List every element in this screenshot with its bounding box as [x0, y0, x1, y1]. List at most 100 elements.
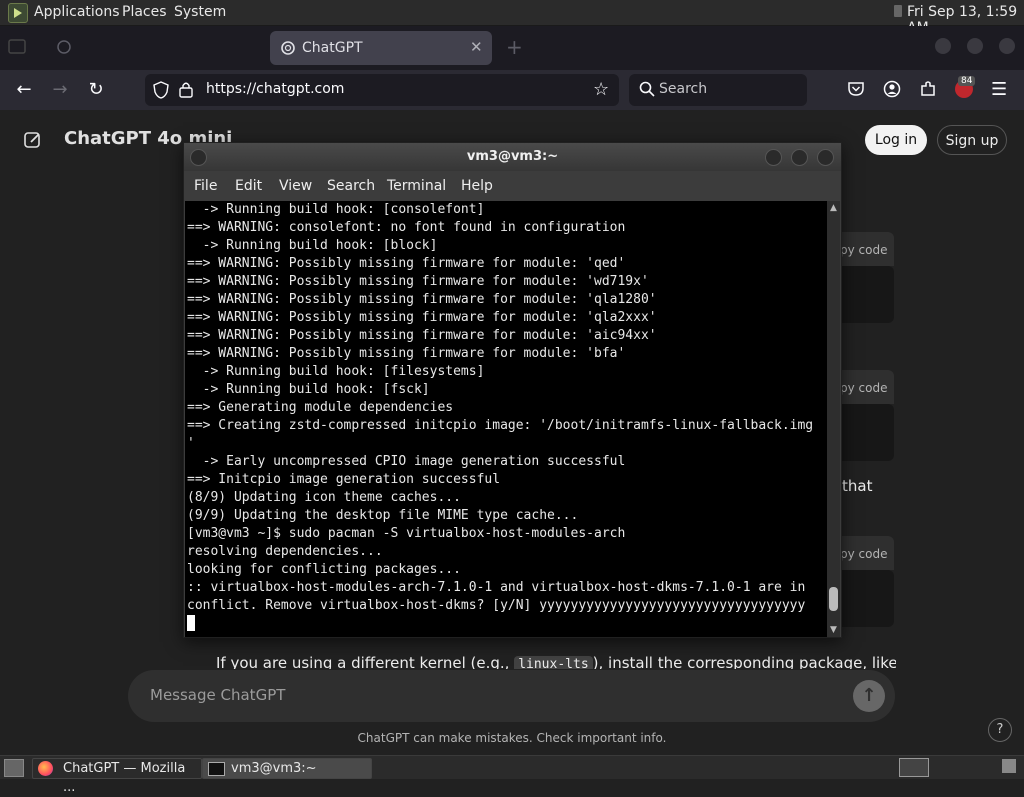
tab-favicon-icon — [56, 39, 72, 59]
terminal-menu-file[interactable]: File — [194, 178, 217, 194]
firefox-icon — [38, 761, 53, 776]
terminal-line: ==> WARNING: Possibly missing firmware f… — [187, 328, 657, 343]
terminal-line: ==> Creating zstd-compressed initcpio im… — [187, 418, 814, 433]
terminal-line: ==> WARNING: Possibly missing firmware f… — [187, 274, 649, 289]
system-menu[interactable]: System — [174, 4, 226, 20]
terminal-menu-view[interactable]: View — [279, 178, 312, 194]
taskbar-item-terminal[interactable]: vm3@vm3:~ — [202, 758, 372, 779]
search-icon — [639, 81, 655, 101]
copy-code-button[interactable]: py code — [840, 547, 887, 561]
terminal-line: [vm3@vm3 ~]$ sudo pacman -S virtualbox-h… — [187, 526, 626, 541]
terminal-scroll-thumb[interactable] — [829, 587, 838, 611]
message-text-fragment: that — [842, 477, 873, 495]
terminal-maximize-icon[interactable] — [791, 149, 808, 166]
top-panel: Applications Places System Fri Sep 13, 1… — [0, 0, 1024, 36]
terminal-line: :: virtualbox-host-modules-arch-7.1.0-1 … — [187, 580, 806, 595]
disclaimer-text: ChatGPT can make mistakes. Check importa… — [357, 731, 667, 745]
send-arrow-icon[interactable]: ↑ — [853, 680, 885, 712]
terminal-close-icon[interactable] — [817, 149, 834, 166]
terminal-line: resolving dependencies... — [187, 544, 383, 559]
tab-title: ChatGPT — [302, 40, 363, 56]
help-icon[interactable]: ? — [988, 718, 1012, 742]
copy-code-button[interactable]: py code — [840, 381, 887, 395]
terminal-line: -> Early uncompressed CPIO image generat… — [202, 454, 626, 469]
copy-code-button[interactable]: py code — [840, 243, 887, 257]
close-window-icon[interactable] — [999, 38, 1015, 54]
browser-tab-strip: ChatGPT ✕ + — [0, 26, 1024, 70]
message-paragraph: If you are using a different kernel (e.g… — [216, 654, 896, 669]
terminal-titlebar[interactable]: vm3@vm3:~ — [184, 143, 841, 171]
terminal-line: ==> Initcpio image generation successful — [187, 472, 501, 487]
hamburger-menu-icon[interactable]: ☰ — [991, 79, 1007, 100]
message-text: If you are using a different kernel (e.g… — [216, 654, 510, 669]
chatgpt-favicon-icon — [280, 40, 296, 60]
tab-chatgpt[interactable]: ChatGPT ✕ — [270, 31, 492, 65]
terminal-line: ==> WARNING: Possibly missing firmware f… — [187, 310, 657, 325]
terminal-menu-icon[interactable] — [190, 149, 207, 166]
lock-icon[interactable] — [179, 81, 193, 103]
terminal-line: ==> WARNING: Possibly missing firmware f… — [187, 292, 657, 307]
forward-icon[interactable]: → — [48, 78, 72, 102]
back-icon[interactable]: ← — [12, 78, 36, 102]
extensions-icon[interactable] — [919, 80, 937, 102]
distro-logo-icon[interactable] — [8, 3, 28, 23]
scroll-up-icon[interactable]: ▲ — [830, 203, 837, 213]
pocket-icon[interactable] — [847, 81, 865, 101]
new-tab-icon[interactable]: + — [506, 35, 523, 59]
terminal-menu-edit[interactable]: Edit — [235, 178, 262, 194]
terminal-line: -> Running build hook: [fsck] — [202, 382, 430, 397]
ublock-badge: 84 — [958, 76, 976, 86]
firefox-view-icon[interactable] — [8, 38, 26, 56]
terminal-line: (9/9) Updating the desktop file MIME typ… — [187, 508, 579, 523]
terminal-minimize-icon[interactable] — [765, 149, 782, 166]
terminal-line: -> Running build hook: [filesystems] — [202, 364, 485, 379]
places-menu[interactable]: Places — [122, 4, 167, 20]
url-bar[interactable]: https://chatgpt.com ☆ — [145, 74, 619, 106]
reload-icon[interactable]: ↻ — [84, 78, 108, 102]
terminal-line: ' — [187, 436, 195, 451]
tab-background[interactable] — [44, 31, 254, 65]
search-bar[interactable]: Search — [629, 74, 807, 106]
inline-code: linux-lts — [514, 656, 593, 669]
maximize-icon[interactable] — [967, 38, 983, 54]
terminal-window[interactable]: vm3@vm3:~ File Edit View Search Terminal… — [183, 142, 842, 638]
terminal-line: conflict. Remove virtualbox-host-dkms? [… — [187, 598, 806, 613]
terminal-output[interactable]: -> Running build hook: [consolefont] ==>… — [185, 201, 827, 637]
applications-menu[interactable]: Applications — [34, 4, 120, 20]
terminal-line: ==> WARNING: Possibly missing firmware f… — [187, 346, 626, 361]
workspace-switcher-icon[interactable] — [899, 758, 929, 777]
taskbar-item-firefox[interactable]: ChatGPT — Mozilla ... — [32, 758, 202, 795]
message-text: ), install the corresponding package, li… — [592, 654, 896, 669]
terminal-cursor — [187, 615, 195, 631]
terminal-menubar: File Edit View Search Terminal Help — [184, 171, 841, 201]
terminal-menu-terminal[interactable]: Terminal — [387, 178, 446, 194]
terminal-line: ==> WARNING: Possibly missing firmware f… — [187, 256, 626, 271]
terminal-text: -> Running build hook: [consolefont] ==>… — [185, 201, 827, 634]
terminal-line: ==> WARNING: consolefont: no font found … — [187, 220, 626, 235]
minimize-icon[interactable] — [935, 38, 951, 54]
terminal-line: ==> Generating module dependencies — [187, 400, 454, 415]
signup-button[interactable]: Sign up — [937, 125, 1007, 155]
terminal-line: -> Running build hook: [block] — [202, 238, 438, 253]
shield-icon[interactable] — [153, 81, 169, 103]
taskbar-label: vm3@vm3:~ — [231, 761, 317, 776]
composer-placeholder[interactable]: Message ChatGPT — [150, 686, 285, 704]
new-chat-icon[interactable] — [23, 130, 43, 154]
taskbar-label: ChatGPT — Mozilla ... — [63, 761, 186, 795]
tab-close-icon[interactable]: ✕ — [470, 38, 483, 56]
bookmark-star-icon[interactable]: ☆ — [593, 79, 609, 100]
terminal-scrollbar[interactable] — [827, 201, 840, 637]
login-button[interactable]: Log in — [865, 125, 927, 155]
message-composer[interactable]: Message ChatGPT ↑ — [128, 670, 895, 722]
scroll-down-icon[interactable]: ▼ — [830, 625, 837, 635]
terminal-menu-search[interactable]: Search — [327, 178, 375, 194]
terminal-line: looking for conflicting packages... — [187, 562, 461, 577]
clock-icon — [893, 4, 903, 22]
account-icon[interactable] — [883, 80, 901, 102]
terminal-line: (8/9) Updating icon theme caches... — [187, 490, 461, 505]
terminal-menu-help[interactable]: Help — [461, 178, 493, 194]
show-desktop-icon[interactable] — [4, 759, 24, 777]
taskbar: ChatGPT — Mozilla ... vm3@vm3:~ — [0, 755, 1024, 795]
url-text[interactable]: https://chatgpt.com — [206, 81, 344, 97]
trash-icon[interactable] — [1002, 759, 1016, 773]
